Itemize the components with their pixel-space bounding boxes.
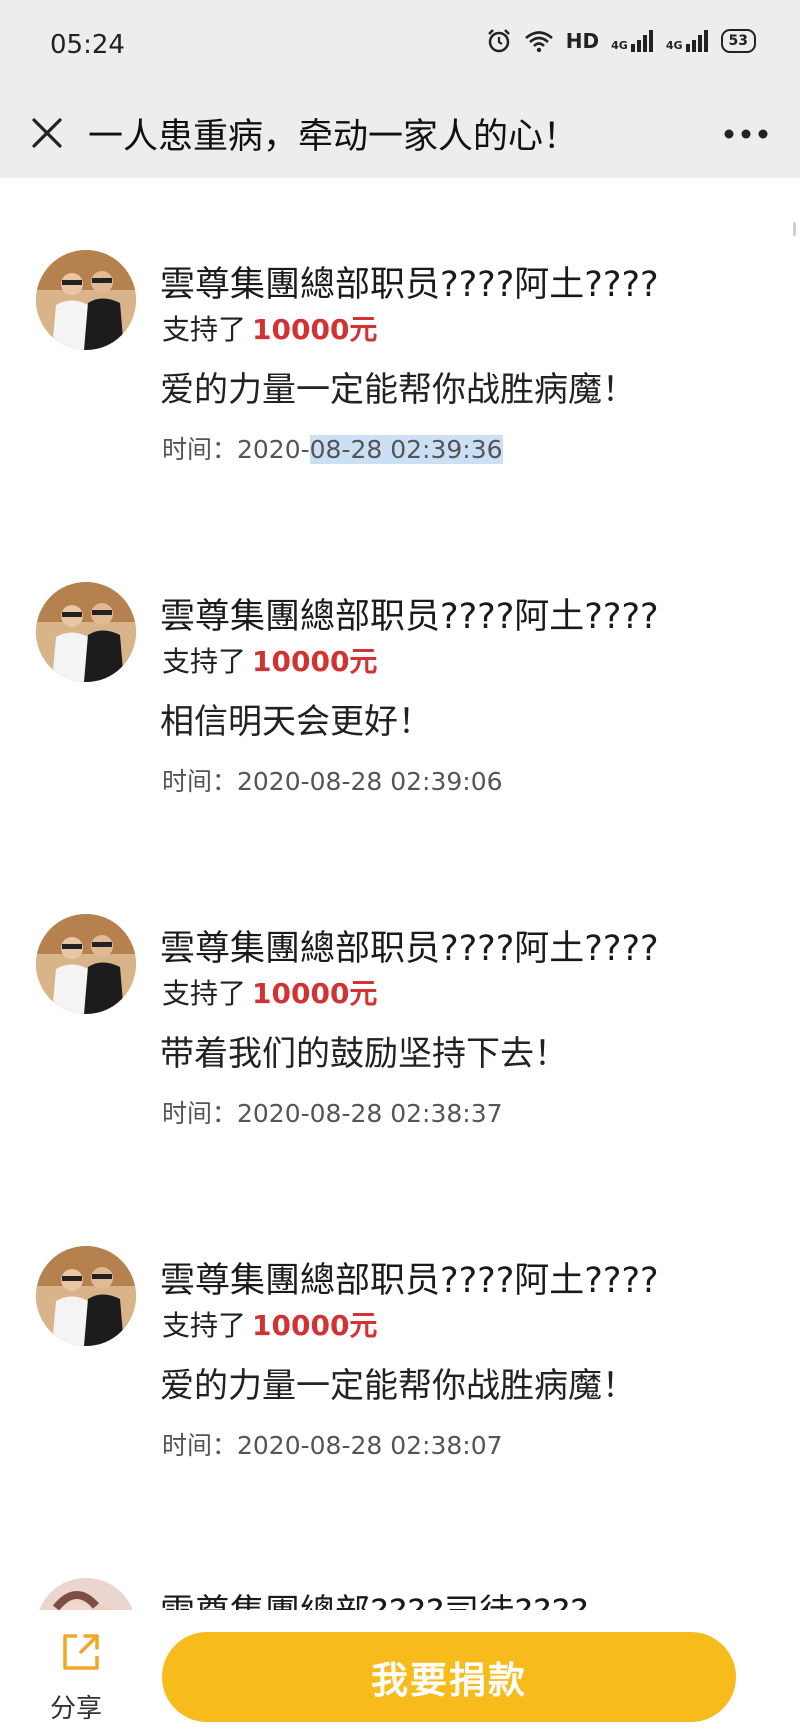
support-prefix: 支持了 [162,977,247,1010]
page-title: 一人患重病，牵动一家人的心！ [88,117,579,157]
bottom-bar: 分享 我要捐款 [0,1610,800,1729]
donation-amount: 10000元 [252,645,378,678]
avatar [36,582,136,682]
more-button[interactable] [716,114,776,154]
donation-message: 爱的力量一定能帮你战胜病魔！ [160,370,636,410]
close-icon [32,118,62,148]
donation-message: 带着我们的鼓励坚持下去！ [160,1034,568,1074]
alarm-icon [486,28,512,54]
donation-amount: 10000元 [252,1309,378,1342]
selected-text: 08-28 02:39:36 [309,435,503,464]
share-button[interactable]: 分享 [38,1630,124,1724]
donation-time: 时间：2020-08-28 02:38:37 [162,1099,503,1128]
support-line: 支持了 10000元 [162,640,377,680]
support-prefix: 支持了 [162,1309,247,1342]
donor-name: 雲尊集團總部职员????阿土???? [160,929,659,969]
donor-name: 雲尊集團總部职员????阿土???? [160,597,659,637]
battery-icon: 53 [720,29,756,53]
close-button[interactable] [24,110,70,156]
donor-name: 雲尊集團總部职员????阿土???? [160,1261,659,1301]
status-icons: HD 4G 4G 53 [486,28,756,54]
share-icon [63,1634,99,1670]
hd-label: HD [565,29,600,53]
scroll-indicator [793,222,796,236]
support-line: 支持了 10000元 [162,1304,377,1344]
avatar [36,914,136,1014]
support-prefix: 支持了 [162,645,247,678]
donation-item: 雲尊集團總部职员????阿土???? 支持了 10000元 带着我们的鼓励坚持下去… [0,914,800,1154]
support-prefix: 支持了 [162,313,247,346]
wifi-icon [524,29,554,53]
donation-time: 时间：2020-08-28 02:38:07 [162,1431,503,1460]
donor-name: 雲尊集團總部职员????阿土???? [160,265,659,305]
donation-time: 时间：2020-08-28 02:39:36 [162,435,503,464]
donation-message: 爱的力量一定能帮你战胜病魔！ [160,1366,636,1406]
signal-icon-2: 4G [666,30,709,52]
donation-amount: 10000元 [252,313,378,346]
avatar [36,1246,136,1346]
donation-amount: 10000元 [252,977,378,1010]
support-line: 支持了 10000元 [162,972,377,1012]
more-icon [724,129,768,139]
donation-item: 雲尊集團總部职员????阿土???? 支持了 10000元 相信明天会更好！ 时间… [0,582,800,822]
status-time: 05:24 [50,30,125,60]
title-bar: 一人患重病，牵动一家人的心！ [0,92,800,178]
status-bar: 05:24 HD 4G 4G 53 [0,0,800,92]
donation-time: 时间：2020-08-28 02:39:06 [162,767,503,796]
donate-button[interactable]: 我要捐款 [162,1632,736,1722]
donation-item: 雲尊集團總部职员????阿土???? 支持了 10000元 爱的力量一定能帮你战胜… [0,1246,800,1486]
signal-icon: 4G [611,30,654,52]
share-label: 分享 [50,1694,103,1724]
support-line: 支持了 10000元 [162,308,377,348]
donation-message: 相信明天会更好！ [160,702,432,742]
donation-item: 雲尊集團總部职员????阿土???? 支持了 10000元 爱的力量一定能帮你战胜… [0,250,800,490]
avatar [36,250,136,350]
